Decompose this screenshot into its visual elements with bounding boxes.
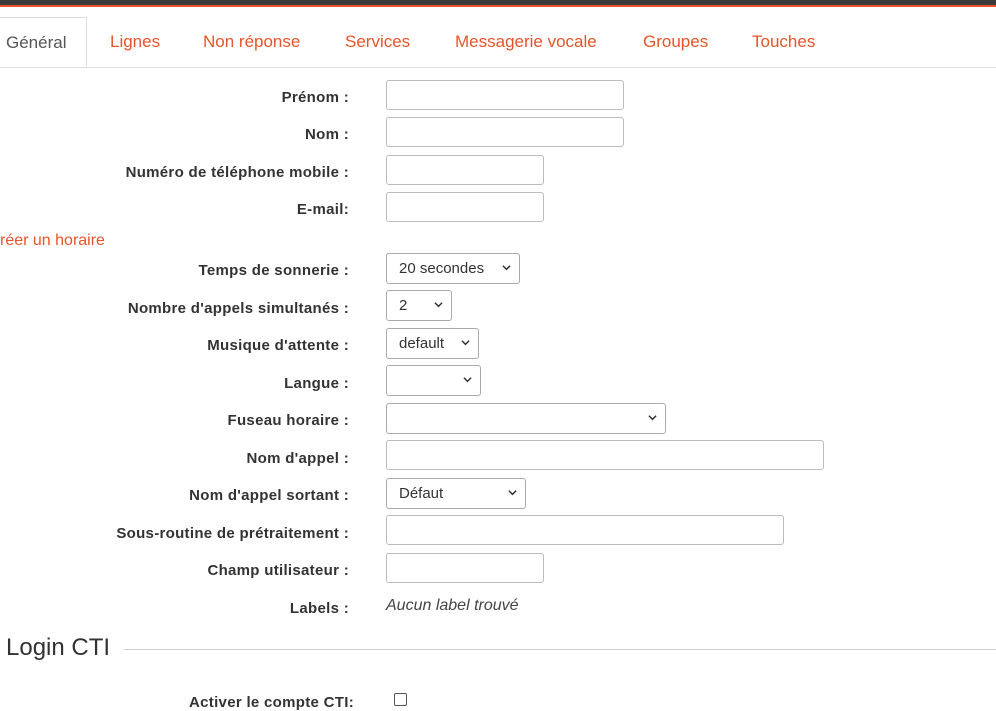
simultaneous-calls-select[interactable]: 2 [386, 290, 452, 321]
outgoing-caller-id-value: Défaut [399, 485, 444, 502]
prenom-label: Prénom : [281, 89, 349, 106]
create-schedule-link[interactable]: réer un horaire [0, 232, 105, 250]
chevron-down-icon [502, 265, 511, 271]
cti-enable-label: Activer le compte CTI: [189, 694, 354, 711]
email-input[interactable] [386, 192, 544, 222]
section-title-login-cti: Login CTI [6, 634, 111, 661]
chevron-down-icon [463, 377, 472, 383]
caller-id-input[interactable] [386, 440, 824, 470]
top-bar-accent [0, 5, 996, 7]
tab-general[interactable]: Général [0, 17, 87, 67]
nom-input[interactable] [386, 117, 624, 147]
chevron-down-icon [434, 302, 443, 308]
preprocess-subroutine-label: Sous-routine de prétraitement : [116, 525, 349, 542]
chevron-down-icon [461, 340, 470, 346]
music-on-hold-value: default [399, 335, 445, 352]
cti-enable-checkbox[interactable] [394, 693, 407, 706]
user-field-input[interactable] [386, 553, 544, 583]
prenom-input[interactable] [386, 80, 624, 110]
email-label: E-mail: [296, 201, 349, 218]
mobile-label: Numéro de téléphone mobile : [125, 164, 349, 181]
labels-label: Labels : [289, 600, 349, 617]
tab-non-reponse[interactable]: Non réponse [203, 17, 300, 67]
labels-value: Aucun label trouvé [386, 597, 519, 614]
music-on-hold-select[interactable]: default [386, 328, 479, 359]
ring-time-label: Temps de sonnerie : [198, 262, 349, 279]
simultaneous-calls-value: 2 [399, 297, 408, 314]
tab-touches[interactable]: Touches [752, 17, 815, 67]
section-divider [124, 649, 996, 650]
simultaneous-calls-label: Nombre d'appels simultanés : [127, 300, 349, 317]
ring-time-select[interactable]: 20 secondes [386, 253, 520, 284]
ring-time-value: 20 secondes [399, 260, 485, 277]
user-field-label: Champ utilisateur : [207, 562, 349, 579]
tab-bar: Général Lignes Non réponse Services Mess… [0, 17, 996, 68]
tab-messagerie-vocale[interactable]: Messagerie vocale [455, 17, 597, 67]
mobile-input[interactable] [386, 155, 544, 185]
outgoing-caller-id-select[interactable]: Défaut [386, 478, 526, 509]
preprocess-subroutine-input[interactable] [386, 515, 784, 545]
music-on-hold-label: Musique d'attente : [207, 337, 349, 354]
chevron-down-icon [648, 415, 657, 421]
tab-services[interactable]: Services [345, 17, 410, 67]
nom-label: Nom : [305, 126, 349, 143]
tab-groupes[interactable]: Groupes [643, 17, 708, 67]
caller-id-label: Nom d'appel : [246, 450, 349, 467]
language-label: Langue : [284, 375, 349, 392]
timezone-select[interactable] [386, 403, 666, 434]
tab-lignes[interactable]: Lignes [110, 17, 160, 67]
chevron-down-icon [508, 490, 517, 496]
outgoing-caller-id-label: Nom d'appel sortant : [189, 487, 349, 504]
timezone-label: Fuseau horaire : [227, 412, 349, 429]
language-select[interactable] [386, 365, 481, 396]
